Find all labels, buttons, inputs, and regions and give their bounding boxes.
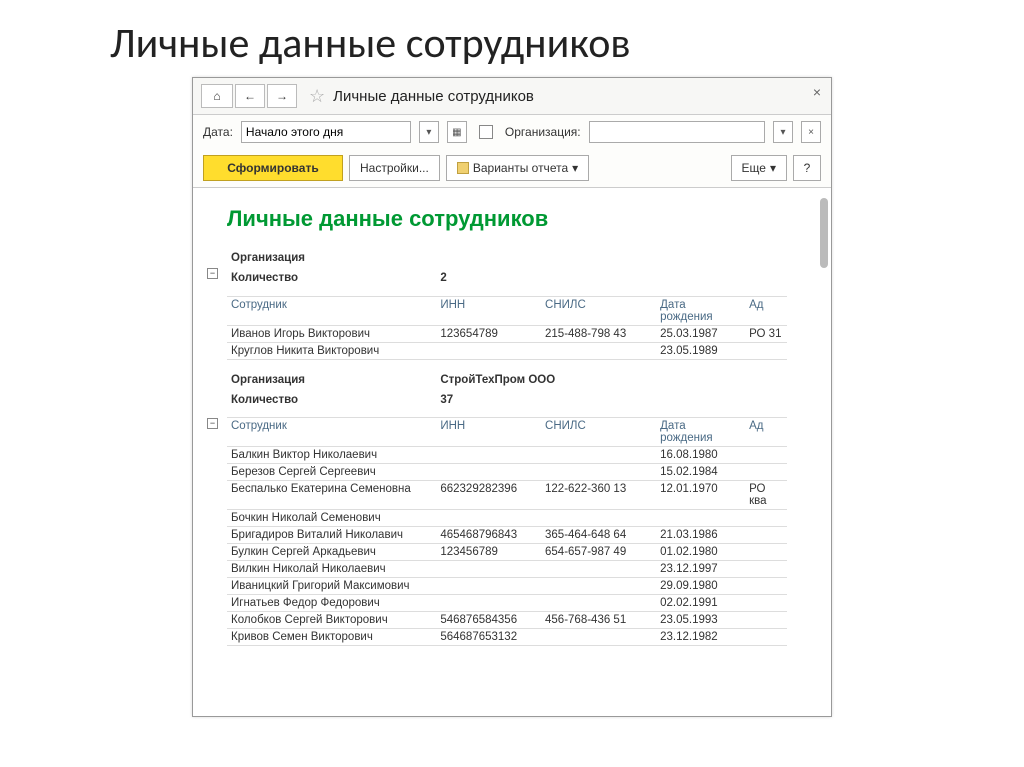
report-variants-button[interactable]: Варианты отчета ▾ (446, 155, 589, 181)
report-table-group-1: Организация СтройТехПром ООО Количество … (227, 370, 787, 647)
app-window: ⌂ ← → ☆ Личные данные сотрудников × Дата… (192, 77, 832, 717)
date-dropdown-button[interactable]: ▾ (419, 121, 439, 143)
col-addr: Ад (745, 418, 787, 447)
table-row: Беспалько Екатерина Семеновна66232928239… (227, 481, 787, 510)
col-snils: СНИЛС (541, 418, 656, 447)
org-label: Организация: (505, 125, 581, 139)
col-dob: Дата рождения (656, 418, 745, 447)
org-filter-checkbox[interactable] (479, 125, 493, 139)
table-row: Иванов Игорь Викторович 123654789 215-48… (227, 325, 787, 342)
generate-button[interactable]: Сформировать (203, 155, 343, 181)
more-label: Еще (742, 161, 766, 175)
org-clear-button[interactable]: × (801, 121, 821, 143)
forward-button[interactable]: → (267, 84, 297, 108)
table-row: Вилкин Николай Николаевич23.12.1997 (227, 561, 787, 578)
org-dropdown-button[interactable]: ▾ (773, 121, 793, 143)
col-inn: ИНН (436, 418, 541, 447)
org-value: СтройТехПром ООО (436, 370, 787, 390)
count-label: Количество (227, 390, 436, 410)
date-calendar-button[interactable]: ▦ (447, 121, 467, 143)
count-value: 2 (436, 268, 787, 288)
org-label: Организация (227, 370, 436, 390)
col-snils: СНИЛС (541, 296, 656, 325)
toolbar: Сформировать Настройки... Варианты отчет… (193, 149, 831, 188)
variants-label: Варианты отчета (473, 161, 568, 175)
back-button[interactable]: ← (235, 84, 265, 108)
col-dob: Дата рождения (656, 296, 745, 325)
home-icon: ⌂ (213, 89, 220, 103)
arrow-left-icon: ← (244, 89, 256, 103)
table-row: Колобков Сергей Викторович54687658435645… (227, 612, 787, 629)
table-row: Березов Сергей Сергеевич15.02.1984 (227, 464, 787, 481)
favorite-star-icon[interactable]: ☆ (309, 86, 325, 107)
close-button[interactable]: × (813, 84, 821, 100)
more-button[interactable]: Еще ▾ (731, 155, 787, 181)
table-row: Иваницкий Григорий Максимович29.09.1980 (227, 578, 787, 595)
arrow-right-icon: → (276, 89, 288, 103)
col-addr: Ад (745, 296, 787, 325)
table-row: Круглов Никита Викторович 23.05.1989 (227, 342, 787, 359)
count-label: Количество (227, 268, 436, 288)
variants-icon (457, 162, 469, 174)
table-row: Кривов Семен Викторович56468765313223.12… (227, 629, 787, 646)
date-input[interactable] (241, 121, 411, 143)
report-table-group-0: Организация Количество 2 Сотрудник ИНН С… (227, 248, 787, 360)
table-row: Бригадиров Виталий Николавич465468796843… (227, 527, 787, 544)
col-employee: Сотрудник (227, 418, 436, 447)
titlebar: ⌂ ← → ☆ Личные данные сотрудников × (193, 78, 831, 115)
table-row: Балкин Виктор Николаевич16.08.1980 (227, 447, 787, 464)
chevron-down-icon: ▾ (770, 161, 776, 175)
col-inn: ИНН (436, 296, 541, 325)
table-row: Игнатьев Федор Федорович02.02.1991 (227, 595, 787, 612)
report-title: Личные данные сотрудников (227, 206, 817, 232)
settings-button[interactable]: Настройки... (349, 155, 440, 181)
chevron-down-icon: ▾ (572, 161, 578, 175)
collapse-toggle[interactable]: − (207, 268, 218, 279)
org-input[interactable] (589, 121, 765, 143)
table-row: Булкин Сергей Аркадьевич123456789654-657… (227, 544, 787, 561)
table-row: Бочкин Николай Семенович (227, 510, 787, 527)
window-title: Личные данные сотрудников (333, 88, 534, 105)
org-label: Организация (227, 248, 436, 268)
count-value: 37 (436, 390, 787, 410)
org-value (436, 248, 787, 268)
help-button[interactable]: ? (793, 155, 821, 181)
home-button[interactable]: ⌂ (201, 84, 233, 108)
report-area: Личные данные сотрудников − Организация … (193, 188, 831, 716)
slide-title: Личные данные сотрудников (0, 0, 1024, 77)
collapse-toggle[interactable]: − (207, 418, 218, 429)
date-label: Дата: (203, 125, 233, 139)
filter-bar: Дата: ▾ ▦ Организация: ▾ × (193, 115, 831, 149)
col-employee: Сотрудник (227, 296, 436, 325)
